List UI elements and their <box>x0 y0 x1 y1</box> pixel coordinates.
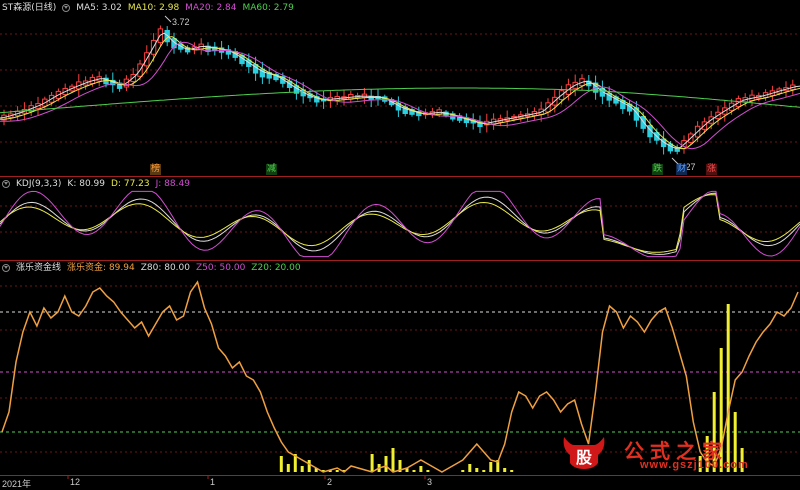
fund-bar <box>307 460 311 472</box>
fund-bar <box>510 470 514 472</box>
fund-bar <box>475 468 479 472</box>
watermark-logo-icon: 股 <box>563 437 605 469</box>
x-axis-label: 3 <box>427 477 433 487</box>
fund-bar <box>461 470 465 472</box>
signal-label: 跌 <box>652 164 664 175</box>
fund-bar <box>489 462 493 472</box>
signal-label: 涨 <box>706 164 718 175</box>
price-high-label: 3.72 <box>172 17 190 27</box>
candle <box>225 45 232 59</box>
candle <box>477 115 483 134</box>
x-axis-label: 12 <box>70 477 81 487</box>
fund-bar <box>419 466 423 472</box>
candle <box>116 79 123 92</box>
fund-bar <box>426 470 430 472</box>
fund-bar <box>412 470 416 472</box>
ma-line <box>0 36 800 150</box>
fund-bar <box>370 454 374 472</box>
fund-bar <box>384 456 388 472</box>
candlesticks <box>1 25 796 155</box>
x-axis-label: 2 <box>327 477 333 487</box>
watermark-url: www.gszj100.com <box>640 459 749 471</box>
candle <box>620 95 626 114</box>
fund-bar <box>300 466 304 472</box>
candle <box>368 89 374 108</box>
x-axis-label: 1 <box>210 477 216 487</box>
signal-label: 减 <box>266 164 278 175</box>
candle <box>205 42 211 56</box>
chart-canvas: 3.72 2.27 <box>0 15 800 479</box>
fund-bar <box>468 464 472 472</box>
svg-text:股: 股 <box>576 448 593 467</box>
fund-bar <box>279 456 283 472</box>
price-high-marker: 3.72 <box>164 15 190 27</box>
candle <box>259 61 266 85</box>
candle <box>273 72 279 82</box>
candle <box>674 144 680 155</box>
x-axis-label: 2021年 <box>2 479 32 489</box>
fund-bar <box>335 470 339 472</box>
stock-chart-app: { "main_panel": { "stock_name": "ST森源(日线… <box>0 0 800 490</box>
kdj-lines <box>0 190 800 258</box>
candle <box>212 42 218 56</box>
fund-bar <box>503 468 507 472</box>
fund-bar <box>286 464 290 472</box>
ma-line <box>0 41 800 150</box>
signal-label: 财 <box>676 164 688 175</box>
candle <box>463 113 470 128</box>
watermark: 股 公式之家 www.gszj100.com <box>560 433 790 473</box>
candle <box>409 107 415 117</box>
candle <box>456 113 463 123</box>
fund-bar <box>391 448 395 472</box>
signal-label: 榜 <box>150 164 162 175</box>
fund-bar <box>482 470 486 472</box>
